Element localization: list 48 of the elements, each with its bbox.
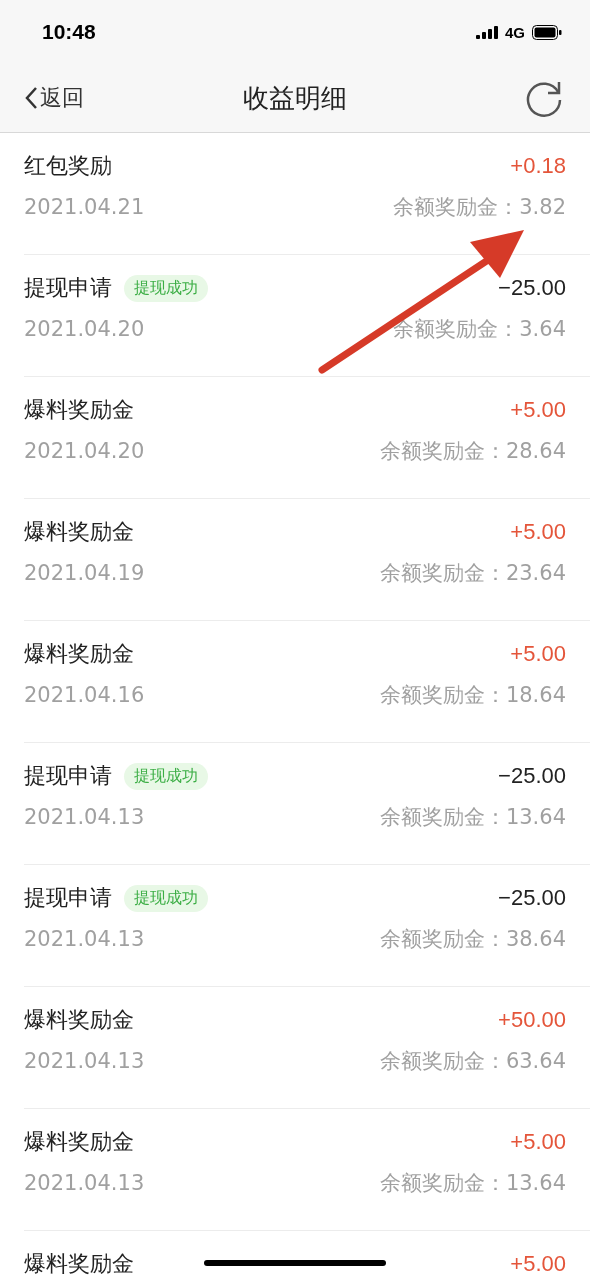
balance-text: 余额奖励金：13.64 — [379, 804, 566, 831]
record-title: 提现申请 — [24, 762, 112, 790]
balance-text: 余额奖励金：18.64 — [379, 682, 566, 709]
chevron-left-icon — [24, 86, 38, 110]
balance-text: 余额奖励金：63.64 — [379, 1048, 566, 1075]
record-date: 2021.04.13 — [24, 927, 145, 951]
record-date: 2021.04.16 — [24, 683, 145, 707]
battery-icon — [532, 24, 562, 40]
record-date: 2021.04.20 — [24, 439, 145, 463]
record-date: 2021.04.20 — [24, 317, 145, 341]
balance-text: 余额奖励金：23.64 — [379, 560, 566, 587]
record-title: 爆料奖励金 — [24, 1006, 134, 1034]
record-amount: +5.00 — [510, 519, 566, 545]
record-title: 爆料奖励金 — [24, 640, 134, 668]
record-title: 提现申请 — [24, 884, 112, 912]
status-tag: 提现成功 — [124, 884, 208, 912]
status-time: 10:48 — [42, 20, 96, 44]
record-title: 提现申请 — [24, 274, 112, 302]
record-amount: +50.00 — [498, 1007, 566, 1033]
signal-icon — [476, 25, 498, 39]
record-amount: −25.00 — [498, 275, 566, 301]
balance-text: 余额奖励金：3.82 — [393, 194, 566, 221]
record-amount: +5.00 — [510, 641, 566, 667]
back-button[interactable]: 返回 — [24, 83, 84, 113]
record-title: 红包奖励 — [24, 152, 112, 180]
record-amount: +0.18 — [510, 153, 566, 179]
record-date: 2021.04.19 — [24, 561, 145, 585]
balance-text: 余额奖励金：13.64 — [379, 1170, 566, 1197]
record-amount: −25.00 — [498, 763, 566, 789]
record-date: 2021.04.13 — [24, 805, 145, 829]
status-tag: 提现成功 — [124, 762, 208, 790]
network-label: 4G — [505, 23, 525, 41]
record-date: 2021.04.21 — [24, 195, 145, 219]
record-title: 爆料奖励金 — [24, 1250, 134, 1278]
status-tag: 提现成功 — [124, 274, 208, 302]
record-date: 2021.04.13 — [24, 1171, 145, 1195]
record-amount: +5.00 — [510, 1251, 566, 1277]
balance-text: 余额奖励金：3.64 — [393, 316, 566, 343]
record-amount: −25.00 — [498, 885, 566, 911]
record-date: 2021.04.13 — [24, 1049, 145, 1073]
record-title: 爆料奖励金 — [24, 396, 134, 424]
balance-text: 余额奖励金：38.64 — [379, 926, 566, 953]
record-title: 爆料奖励金 — [24, 1128, 134, 1156]
record-amount: +5.00 — [510, 397, 566, 423]
page-title: 收益明细 — [243, 81, 347, 115]
balance-text: 余额奖励金：28.64 — [379, 438, 566, 465]
record-amount: +5.00 — [510, 1129, 566, 1155]
record-title: 爆料奖励金 — [24, 518, 134, 546]
